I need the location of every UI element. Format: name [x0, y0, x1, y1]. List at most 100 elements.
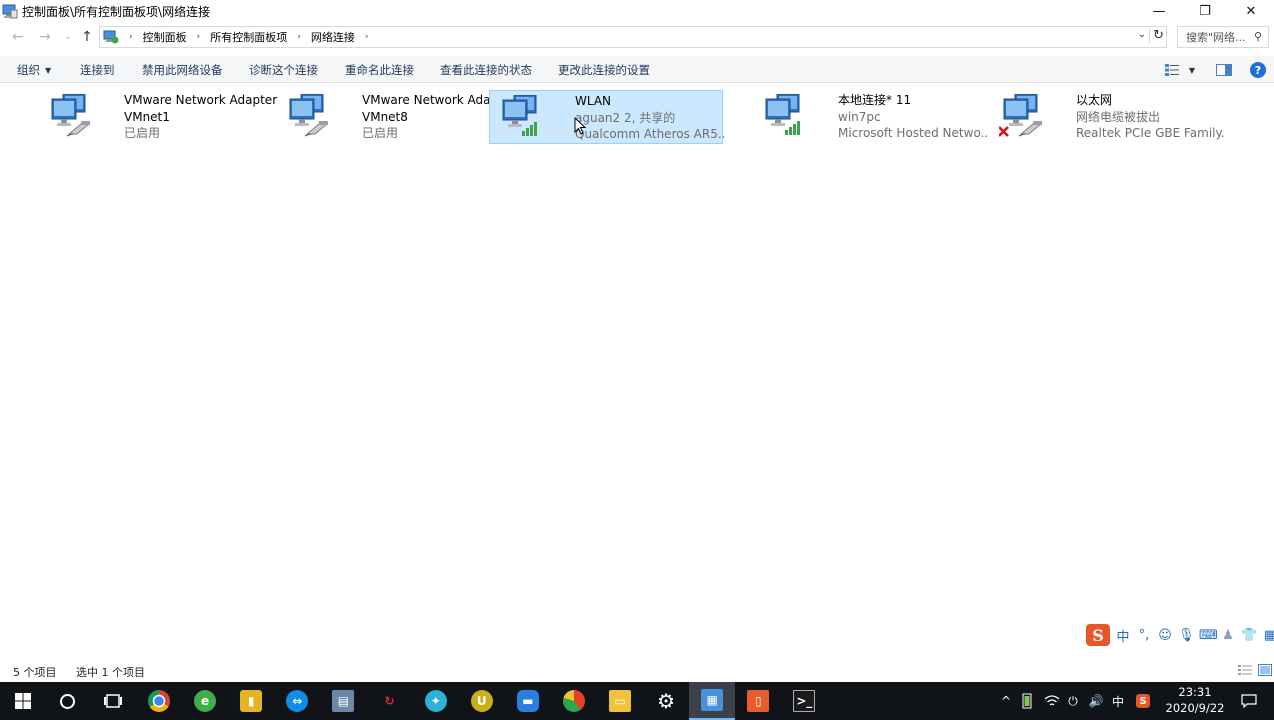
clock-date: 2020/9/22 — [1165, 701, 1225, 715]
chrome-icon — [148, 690, 170, 712]
search-input[interactable]: 搜索"网络... ⚲ — [1177, 26, 1269, 48]
command-bar: 组织 ▼ 连接到 禁用此网络设备 诊断这个连接 重命名此连接 查看此连接的状态 更… — [0, 56, 1274, 83]
chat-app-icon: ▬ — [516, 690, 539, 712]
organize-caret-icon: ▼ — [45, 66, 52, 75]
wireless-adapter-icon — [498, 94, 548, 141]
keyboard-icon[interactable]: ⌨ — [1199, 628, 1218, 643]
volume-tray-icon[interactable]: 🔊 — [1086, 682, 1106, 720]
details-view-icon[interactable] — [1238, 664, 1252, 676]
view-status-button[interactable]: 查看此连接的状态 — [440, 62, 532, 78]
change-settings-button[interactable]: 更改此连接的设置 — [558, 62, 650, 78]
wifi-tray-icon[interactable] — [1042, 682, 1062, 720]
breadcrumb-network-connections[interactable]: 网络连接 — [311, 29, 355, 45]
taskbar-office-app-button[interactable]: ▯ — [735, 682, 781, 720]
taskbar-file-explorer-button[interactable]: ▭ — [597, 682, 643, 720]
window-title: 控制面板\所有控制面板项\网络连接 — [22, 4, 211, 19]
taskbar-chrome-button[interactable] — [136, 682, 182, 720]
ime-mode[interactable]: 中 — [1115, 626, 1131, 645]
network-connections-icon: ▦ — [701, 689, 724, 711]
connect-to-button[interactable]: 连接到 — [80, 62, 115, 78]
cortana-search-button[interactable] — [44, 682, 90, 720]
connection-item[interactable]: VMware Network Adapter VMnet8 已启用 — [277, 90, 515, 144]
taskbar-ue-app-button[interactable]: U — [459, 682, 505, 720]
sogou-tray-icon[interactable]: S — [1133, 682, 1153, 720]
clock[interactable]: 23:31 2020/9/22 — [1160, 684, 1230, 716]
start-button[interactable] — [0, 682, 46, 720]
breadcrumb-separator-icon[interactable]: › — [297, 32, 301, 42]
change-view-icon[interactable] — [1163, 60, 1181, 80]
preview-pane-icon[interactable] — [1214, 60, 1234, 80]
connection-name: 本地连接* 11 — [838, 93, 912, 107]
large-icons-view-icon[interactable] — [1258, 664, 1272, 676]
user-icon[interactable]: ♟ — [1220, 628, 1236, 643]
taskbar-chat-app-button[interactable]: ▬ — [505, 682, 551, 720]
ime-tray-indicator[interactable]: 中 — [1109, 682, 1127, 720]
breadcrumb-separator-icon[interactable]: › — [365, 32, 369, 42]
file-app-icon: ▮ — [240, 690, 263, 712]
location-icon — [103, 29, 119, 45]
clock-time: 23:31 — [1178, 685, 1212, 699]
sogou-logo-icon[interactable]: S — [1086, 624, 1110, 646]
taskbar-network-connections-button[interactable]: ▦ — [689, 682, 736, 720]
teamviewer-icon: ⇔ — [286, 690, 309, 712]
connection-name: VMware Network Adapter — [124, 93, 278, 107]
ime-punctuation[interactable]: °, — [1136, 628, 1152, 643]
connection-item[interactable]: 本地连接* 11 win7pc Microsoft Hosted Netwo... — [753, 90, 988, 144]
restore-button[interactable]: ❐ — [1182, 0, 1228, 22]
breadcrumb-separator-icon[interactable]: › — [197, 32, 201, 42]
emoji-icon[interactable]: ☺ — [1157, 628, 1173, 643]
connection-name: 以太网 — [1076, 93, 1113, 107]
rename-button[interactable]: 重命名此连接 — [345, 62, 414, 78]
taskbar-terminal-button[interactable]: >_ — [781, 682, 827, 720]
battery-app-icon[interactable] — [1018, 682, 1036, 720]
connection-device: Qualcomm Atheros AR5... — [575, 127, 725, 141]
windows-logo-icon — [15, 693, 31, 709]
recent-locations-icon[interactable]: ⌄ — [58, 27, 78, 47]
control-panel-icon — [2, 3, 18, 19]
help-icon: ? — [1250, 62, 1266, 78]
skin-icon[interactable]: 👕 — [1241, 628, 1257, 643]
cortana-circle-icon — [59, 693, 75, 709]
taskbar-red-app-button[interactable]: ↻ — [367, 682, 413, 720]
taskbar-dolphin-app-button[interactable]: ✦ — [413, 682, 459, 720]
show-hidden-icons-button[interactable]: ^ — [998, 682, 1014, 720]
refresh-icon[interactable]: ↻ — [1149, 28, 1164, 43]
power-tray-icon[interactable]: ⏻ — [1063, 682, 1083, 720]
disable-device-button[interactable]: 禁用此网络设备 — [142, 62, 223, 78]
view-options-caret-icon[interactable]: ▼ — [1185, 60, 1199, 80]
connection-item[interactable]: VMware Network Adapter VMnet1 已启用 — [39, 90, 278, 144]
search-icon: ⚲ — [1253, 30, 1262, 43]
back-arrow-icon[interactable]: ← — [8, 27, 28, 47]
connection-device: Microsoft Hosted Netwo... — [838, 126, 988, 140]
up-arrow-icon[interactable]: ↑ — [77, 27, 97, 47]
taskbar-settings-button[interactable]: ⚙ — [643, 682, 689, 720]
address-bar[interactable]: › 控制面板 › 所有控制面板项 › 网络连接 › ⌄ ↻ — [99, 26, 1167, 48]
diagnose-button[interactable]: 诊断这个连接 — [249, 62, 318, 78]
close-button[interactable]: ✕ — [1228, 0, 1274, 22]
taskbar-green-app-button[interactable] — [551, 682, 597, 720]
connection-device: Realtek PCIe GBE Family... — [1076, 126, 1226, 140]
taskbar-network-tool-button[interactable]: ▤ — [320, 682, 366, 720]
connection-text: 本地连接* 11 win7pc Microsoft Hosted Netwo... — [838, 92, 988, 142]
toolbox-icon[interactable]: ▦ — [1262, 628, 1274, 643]
connection-item[interactable]: WLAN aguan2 2, 共享的 Qualcomm Atheros AR5... — [489, 90, 725, 144]
minimize-button[interactable]: — — [1136, 0, 1182, 22]
address-row: ← → ⌄ ↑ › 控制面板 › 所有控制面板项 › 网络连接 › ⌄ ↻ 搜索… — [0, 24, 1274, 50]
taskbar-360-browser-button[interactable]: e — [182, 682, 228, 720]
microphone-icon[interactable]: 🎙 — [1178, 628, 1195, 643]
forward-arrow-icon[interactable]: → — [35, 27, 55, 47]
breadcrumb-control-panel[interactable]: 控制面板 — [143, 29, 187, 45]
organize-button[interactable]: 组织 ▼ — [17, 62, 51, 78]
connection-status: 网络电缆被拔出 — [1076, 109, 1161, 124]
taskbar-teamviewer-button[interactable]: ⇔ — [274, 682, 320, 720]
address-dropdown-icon[interactable]: ⌄ — [1138, 29, 1146, 40]
file-explorer-icon: ▭ — [609, 690, 631, 712]
connection-item[interactable]: 以太网网络电缆被拔出 Realtek PCIe GBE Family... — [991, 90, 1226, 144]
connection-text: WLAN aguan2 2, 共享的 Qualcomm Atheros AR5... — [575, 93, 725, 143]
help-button[interactable]: ? — [1249, 60, 1267, 80]
action-center-icon[interactable] — [1238, 682, 1260, 720]
breadcrumb-all-items[interactable]: 所有控制面板项 — [210, 29, 287, 45]
taskbar-file-app-button[interactable]: ▮ — [228, 682, 274, 720]
network-tool-icon: ▤ — [332, 690, 355, 712]
task-view-button[interactable] — [90, 682, 136, 720]
